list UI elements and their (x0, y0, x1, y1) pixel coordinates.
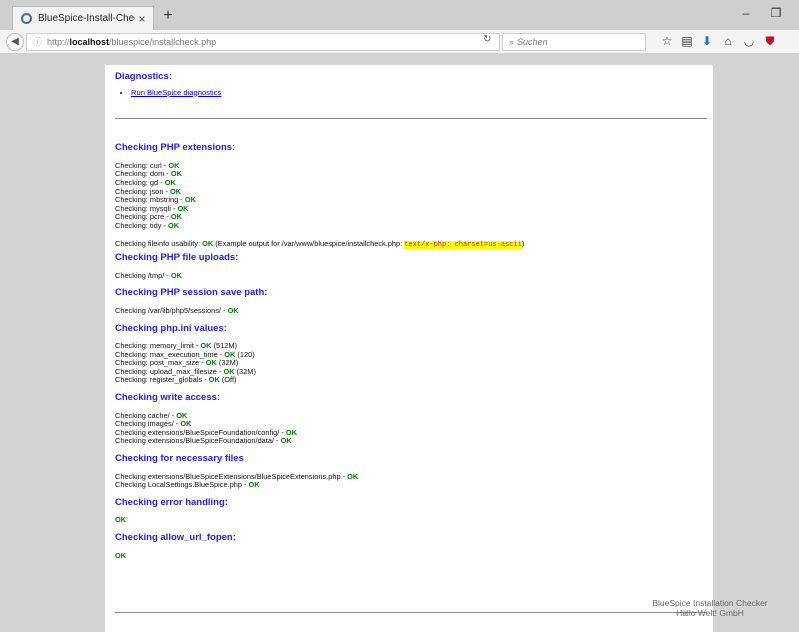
browser-tab[interactable]: BlueSpice-Install-Check × (12, 6, 154, 30)
reading-list-icon[interactable]: ▤ (680, 34, 694, 48)
search-input[interactable]: ⌕ Suchen (502, 33, 646, 51)
footer: BlueSpice Installation Checker Hallo Wel… (630, 598, 790, 618)
phpini-heading: Checking php.ini values: (115, 322, 227, 334)
run-diagnostics-link[interactable]: Run BlueSpice diagnostics (131, 88, 221, 97)
navigation-bar: ◀ ⓘ http://localhost/bluespice/installche… (0, 30, 799, 54)
error-handling-heading: Checking error handling: (115, 496, 228, 508)
php-extensions-list: Checking: curl - OK Checking: dom - OK C… (115, 160, 707, 231)
list-item: Checking cache/ - OK (115, 410, 188, 420)
necessary-files-list: Checking extensions/BlueSpiceExtensions/… (115, 472, 707, 490)
download-icon[interactable]: ⬇ (700, 34, 714, 48)
list-item: Checking: mysqli - OK (115, 203, 189, 213)
url-host: localhost (69, 37, 110, 47)
error-handling-status: OK (115, 515, 127, 525)
list-item: Checking LocalSettings.BlueSpice.php - O… (115, 480, 260, 490)
back-button[interactable]: ◀ (6, 33, 24, 51)
search-placeholder: Suchen (517, 37, 548, 47)
footer-divider (115, 612, 707, 613)
list-item: Checking extensions/BlueSpiceFoundation/… (115, 436, 292, 446)
pocket-icon[interactable]: ◡ (742, 34, 756, 48)
allow-url-fopen-status: OK (115, 550, 127, 560)
list-item: Checking: register_globals - OK (Off) (115, 375, 237, 385)
minimize-icon[interactable]: – (738, 6, 754, 20)
list-item: Checking: mbstring - OK (115, 195, 196, 205)
php-extensions-heading: Checking PHP extensions: (115, 142, 236, 154)
new-tab-button[interactable]: + (160, 7, 176, 25)
home-icon[interactable]: ⌂ (721, 34, 735, 48)
footer-title: BlueSpice Installation Checker (652, 598, 768, 608)
url-prefix: http:// (47, 37, 70, 47)
list-item: Checking: pcre - OK (115, 212, 182, 222)
allow-url-fopen-heading: Checking allow_url_fopen: (115, 532, 236, 543)
restore-icon[interactable]: ❐ (768, 6, 784, 20)
diagnostics-list: Run BlueSpice diagnostics (131, 88, 707, 98)
list-item: Checking /tmp/ - OK (115, 270, 182, 280)
content-area: Diagnostics: Run BlueSpice diagnostics C… (115, 71, 707, 560)
tab-bar: BlueSpice-Install-Check × + – ❐ (0, 0, 799, 30)
info-icon[interactable]: ⓘ (33, 37, 42, 47)
url-path: /bluespice/installcheck.php (109, 37, 217, 47)
tab-title: BlueSpice-Install-Check (38, 13, 135, 24)
list-item: Checking: json - OK (115, 186, 182, 196)
necessary-files-heading: Checking for necessary files (115, 453, 244, 465)
page-content: Diagnostics: Run BlueSpice diagnostics C… (105, 65, 713, 632)
list-item: Checking: gd - OK (115, 177, 176, 187)
reload-icon[interactable]: ↻ (483, 34, 491, 45)
search-icon: ⌕ (509, 37, 515, 47)
phpini-list: Checking: memory_limit - OK (512M) Check… (115, 341, 707, 385)
list-item: Checking: tidy - OK (115, 220, 180, 230)
list-item: Checking: curl - OK (115, 160, 180, 170)
list-item: Checking /var/lib/php5/sessions/ - OK (115, 305, 239, 315)
file-uploads-heading: Checking PHP file uploads: (115, 252, 239, 264)
close-icon[interactable]: × (135, 12, 149, 26)
fileinfo-line: Checking fileinfo usability: OK (Example… (115, 238, 525, 249)
list-item: Run BlueSpice diagnostics (131, 88, 707, 98)
diagnostics-heading: Diagnostics: (115, 71, 173, 82)
address-bar[interactable]: ⓘ http://localhost/bluespice/installcheck… (26, 33, 500, 51)
footer-company: Hallo Welt! GmbH (676, 608, 744, 618)
favicon-icon (21, 13, 32, 24)
mime-type-highlight: text/x-php; charset=us-ascii (404, 240, 522, 249)
write-access-list: Checking cache/ - OK Checking images/ - … (115, 410, 707, 446)
ublock-icon[interactable]: ⛊ (763, 34, 777, 49)
write-access-heading: Checking write access: (115, 392, 221, 404)
bookmark-star-icon[interactable]: ☆ (660, 34, 674, 48)
list-item: Checking: dom - OK (115, 169, 182, 179)
session-path-heading: Checking PHP session save path: (115, 287, 268, 299)
